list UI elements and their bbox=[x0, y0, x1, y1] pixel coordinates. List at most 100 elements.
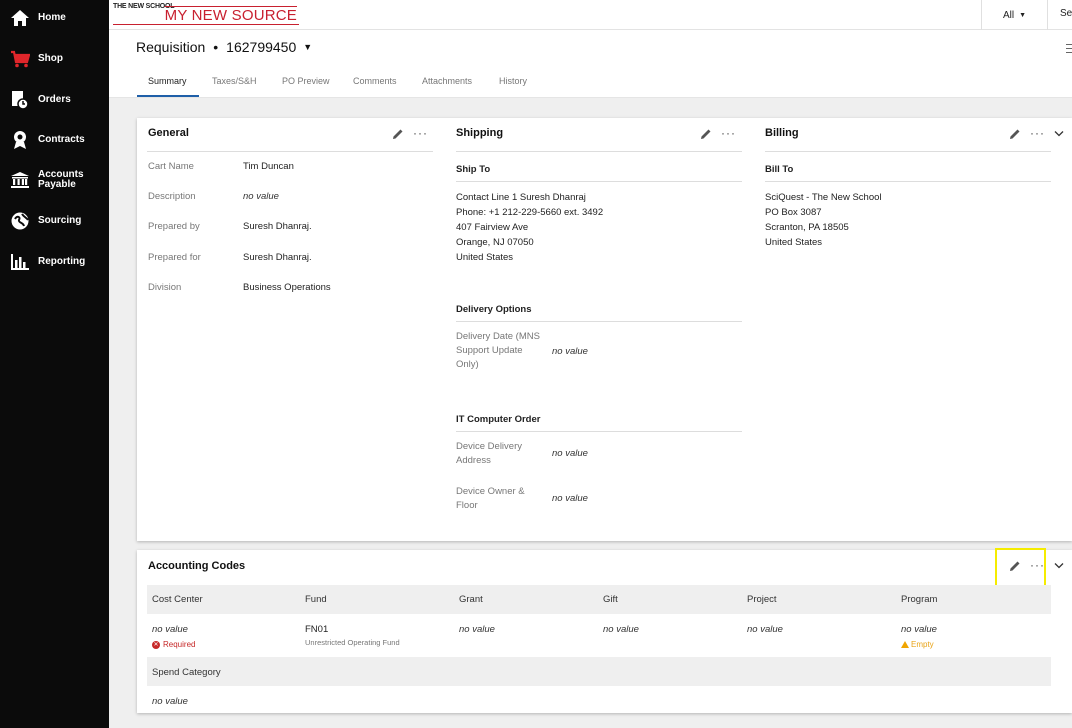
contracts-icon bbox=[9, 129, 31, 151]
home-icon bbox=[9, 7, 31, 29]
page-title: Requisition • 162799450 ▼ bbox=[136, 39, 312, 55]
sidebar-item-sourcing[interactable]: Sourcing bbox=[0, 203, 109, 239]
prepared-by-value: Suresh Dhanraj. bbox=[243, 221, 312, 232]
sidebar-item-accounts-payable[interactable]: Accounts Payable bbox=[0, 162, 109, 198]
sidebar-item-shop[interactable]: Shop bbox=[0, 41, 109, 77]
shipping-more-icon[interactable]: ··· bbox=[721, 127, 736, 139]
device-delivery-address-value: no value bbox=[552, 448, 588, 459]
sidebar: Home Shop Orders Contracts Accounts Paya… bbox=[0, 0, 109, 728]
general-more-icon[interactable]: ··· bbox=[413, 127, 428, 139]
grant-value: no value bbox=[459, 624, 495, 635]
prepared-for-value: Suresh Dhanraj. bbox=[243, 252, 312, 263]
fund-description: Unrestricted Operating Fund bbox=[305, 638, 400, 647]
ship-to-line: Phone: +1 212-229-5660 ext. 3492 bbox=[456, 207, 604, 218]
device-owner-label-line: Floor bbox=[456, 500, 478, 511]
gift-value: no value bbox=[603, 624, 639, 635]
edit-shipping-pencil-icon[interactable] bbox=[700, 128, 712, 140]
sourcing-icon bbox=[9, 210, 31, 232]
device-owner-floor-label: Device Owner & Floor bbox=[456, 485, 525, 513]
sidebar-item-label: Contracts bbox=[38, 134, 85, 145]
delivery-options-divider bbox=[456, 321, 742, 322]
tab-comments[interactable]: Comments bbox=[353, 76, 397, 86]
general-section-title: General bbox=[148, 127, 189, 139]
project-header: Project bbox=[747, 594, 777, 605]
header-divider bbox=[109, 97, 1072, 98]
it-computer-order-divider bbox=[456, 431, 742, 432]
logo-brand[interactable]: MY NEW SOURCE bbox=[113, 8, 299, 25]
bill-to-line: Scranton, PA 18505 bbox=[765, 222, 849, 233]
ship-to-line: Contact Line 1 Suresh Dhanraj bbox=[456, 192, 586, 203]
sidebar-item-reporting[interactable]: Reporting bbox=[0, 244, 109, 280]
search-scope-label: All bbox=[1002, 9, 1015, 21]
ship-to-line: Orange, NJ 07050 bbox=[456, 237, 534, 248]
prepared-by-label: Prepared by bbox=[148, 221, 200, 232]
edit-general-pencil-icon[interactable] bbox=[392, 128, 404, 140]
chevron-down-icon[interactable] bbox=[1054, 562, 1064, 570]
delivery-date-label-line: Only) bbox=[456, 359, 479, 370]
bill-to-address: SciQuest - The New School PO Box 3087 Sc… bbox=[765, 190, 882, 250]
division-label: Division bbox=[148, 282, 182, 293]
search-scope-dropdown[interactable]: All ▼ bbox=[981, 0, 1047, 30]
delivery-date-label: Delivery Date (MNS Support Update Only) bbox=[456, 330, 540, 372]
project-value: no value bbox=[747, 624, 783, 635]
tab-attachments[interactable]: Attachments bbox=[422, 76, 472, 86]
bill-to-line: SciQuest - The New School bbox=[765, 192, 882, 203]
highlight-annotation-box bbox=[995, 548, 1046, 587]
spend-category-header: Spend Category bbox=[152, 667, 221, 678]
title-separator: • bbox=[213, 39, 219, 55]
cost-center-header: Cost Center bbox=[152, 594, 203, 605]
fund-header: Fund bbox=[305, 594, 327, 605]
cart-name-label: Cart Name bbox=[148, 161, 194, 172]
description-label: Description bbox=[148, 191, 196, 202]
document-header: Requisition • 162799450 ▼ Summary Taxes/… bbox=[109, 30, 1072, 98]
shipping-divider bbox=[456, 151, 742, 152]
tab-po-preview[interactable]: PO Preview bbox=[282, 76, 330, 86]
cart-name-value: Tim Duncan bbox=[243, 161, 294, 172]
caret-down-icon: ▼ bbox=[1019, 11, 1027, 19]
error-icon: ✕ bbox=[152, 640, 160, 649]
billing-more-icon[interactable]: ··· bbox=[1030, 127, 1045, 139]
accounting-codes-title: Accounting Codes bbox=[148, 560, 246, 572]
description-value: no value bbox=[243, 191, 279, 202]
sidebar-item-label: Shop bbox=[38, 53, 63, 64]
sidebar-item-label: Accounts Payable bbox=[38, 170, 84, 190]
sidebar-item-orders[interactable]: Orders bbox=[0, 82, 109, 118]
orders-icon bbox=[9, 89, 31, 111]
device-address-label-line: Address bbox=[456, 455, 491, 466]
billing-section-title: Billing bbox=[765, 127, 799, 139]
sidebar-item-contracts[interactable]: Contracts bbox=[0, 122, 109, 158]
doc-actions-dropdown-icon[interactable]: ▼ bbox=[303, 42, 312, 52]
warning-icon bbox=[901, 641, 909, 648]
delivery-date-label-line: Delivery Date (MNS bbox=[456, 331, 540, 342]
empty-badge: Empty bbox=[901, 640, 934, 649]
top-bar: THE NEW SCHOOL MY NEW SOURCE All ▼ Sea bbox=[109, 0, 1072, 30]
prepared-for-label: Prepared for bbox=[148, 252, 201, 263]
search-input[interactable]: Sea bbox=[1047, 0, 1072, 30]
tab-history[interactable]: History bbox=[499, 76, 527, 86]
device-owner-label-line: Device Owner & bbox=[456, 486, 525, 497]
division-value: Business Operations bbox=[243, 282, 331, 293]
it-computer-order-title: IT Computer Order bbox=[456, 414, 541, 425]
device-address-label-line: Device Delivery bbox=[456, 441, 522, 452]
cart-icon bbox=[9, 48, 31, 70]
tab-taxes-sh[interactable]: Taxes/S&H bbox=[212, 76, 257, 86]
ship-to-line: United States bbox=[456, 252, 514, 263]
sidebar-item-label: Home bbox=[38, 12, 66, 23]
edit-billing-pencil-icon[interactable] bbox=[1009, 128, 1021, 140]
delivery-options-title: Delivery Options bbox=[456, 304, 532, 315]
required-label: Required bbox=[163, 640, 196, 649]
sidebar-item-home[interactable]: Home bbox=[0, 0, 109, 36]
sidebar-item-label: Orders bbox=[38, 94, 71, 105]
chevron-down-icon[interactable] bbox=[1054, 130, 1064, 138]
shipping-section-title: Shipping bbox=[456, 127, 504, 139]
sidebar-item-label-line2: Payable bbox=[38, 179, 76, 190]
spend-category-header-row bbox=[147, 657, 1051, 686]
tab-summary[interactable]: Summary bbox=[148, 76, 187, 86]
delivery-date-value: no value bbox=[552, 346, 588, 357]
gift-header: Gift bbox=[603, 594, 618, 605]
ship-to-line: 407 Fairview Ave bbox=[456, 222, 529, 233]
program-value: no value bbox=[901, 624, 937, 635]
cost-center-value: no value bbox=[152, 624, 188, 635]
doc-number: 162799450 bbox=[226, 39, 297, 55]
menu-icon[interactable] bbox=[1066, 44, 1072, 54]
